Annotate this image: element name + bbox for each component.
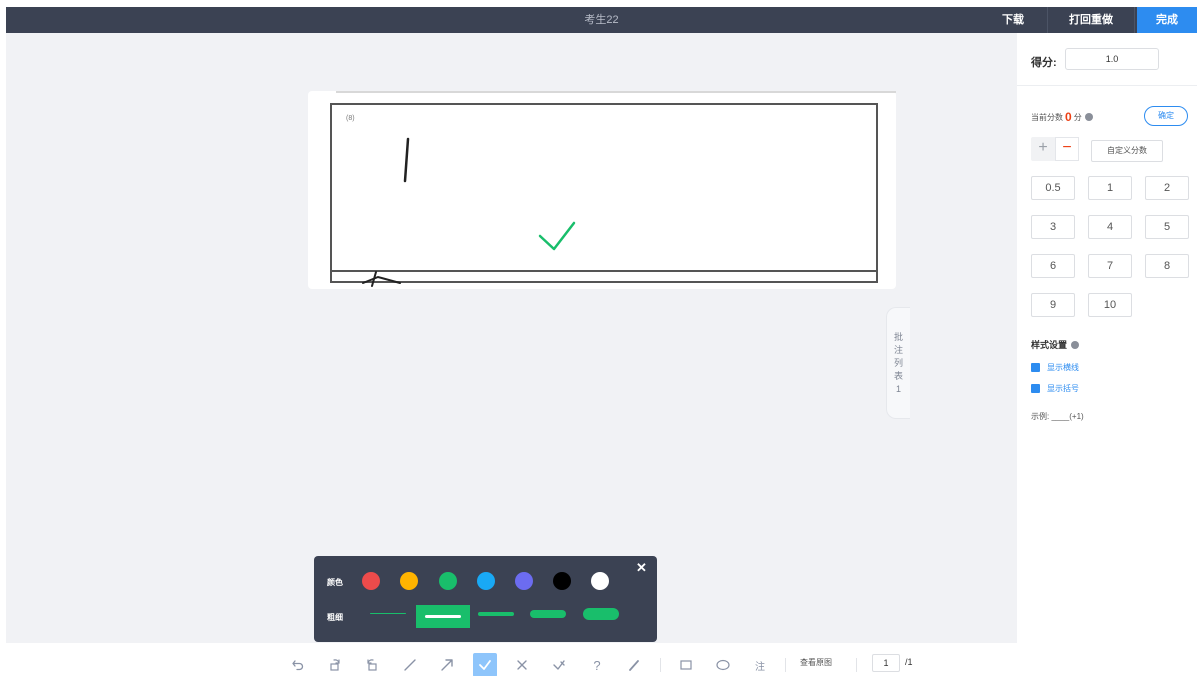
show-lines-checkbox[interactable]: 显示横线: [1031, 360, 1079, 374]
example-text: 示例: ____(+1): [1031, 412, 1084, 421]
rotate-left-icon[interactable]: [323, 653, 347, 676]
thickness-option-5[interactable]: [583, 606, 619, 622]
pen-tool-icon[interactable]: [622, 653, 646, 676]
color-swatch-yellow[interactable]: [400, 572, 418, 590]
ellipse-tool-icon[interactable]: [711, 653, 735, 676]
color-label: 颜色: [327, 578, 343, 587]
half-check-tool-icon[interactable]: [547, 653, 571, 676]
finish-button[interactable]: 完成: [1137, 7, 1197, 33]
current-score-value: 0: [1065, 110, 1072, 124]
scoring-panel: 得分: 当前分数 0 分 确定 + − 自定义分数 0.5 1 2 3 4 5 …: [1017, 33, 1197, 643]
score-option-button[interactable]: 3: [1031, 215, 1075, 239]
current-score-prefix: 当前分数: [1031, 112, 1063, 122]
thickness-label: 粗细: [327, 613, 343, 622]
download-button[interactable]: 下载: [986, 7, 1040, 33]
score-option-button[interactable]: 9: [1031, 293, 1075, 317]
thickness-option-3[interactable]: [478, 606, 514, 622]
cross-tool-icon[interactable]: [510, 653, 534, 676]
color-swatch-purple[interactable]: [515, 572, 533, 590]
score-option-button[interactable]: 8: [1145, 254, 1189, 278]
color-swatch-black[interactable]: [553, 572, 571, 590]
arrow-tool-icon[interactable]: [435, 653, 459, 676]
show-sign-label: 显示括号: [1047, 383, 1079, 393]
rotate-right-icon[interactable]: [360, 653, 384, 676]
toolbar-separator: [856, 658, 857, 672]
note-tool-icon[interactable]: 注: [748, 653, 772, 676]
annotation-toolbar: ? 注 查看原图 /1: [6, 643, 1197, 676]
color-swatch-green[interactable]: [439, 572, 457, 590]
correct-mark-icon: [538, 221, 576, 251]
annotation-list-char: 注: [893, 344, 903, 355]
undo-icon[interactable]: [286, 653, 310, 676]
info-icon: [1071, 340, 1080, 349]
page-number-input[interactable]: [872, 654, 900, 672]
handwriting-layer: [362, 137, 576, 287]
confirm-button[interactable]: 确定: [1144, 106, 1188, 126]
toolbar-separator: [660, 658, 661, 672]
score-label: 得分:: [1031, 57, 1057, 69]
panel-divider: [1017, 85, 1197, 86]
show-sign-checkbox[interactable]: 显示括号: [1031, 381, 1079, 395]
show-lines-label: 显示横线: [1047, 362, 1079, 372]
color-swatch-blue[interactable]: [477, 572, 495, 590]
color-swatch-white[interactable]: [591, 572, 609, 590]
checkbox-checked-icon: [1031, 362, 1040, 372]
score-option-button[interactable]: 0.5: [1031, 176, 1075, 200]
score-option-button[interactable]: 5: [1145, 215, 1189, 239]
color-swatch-red[interactable]: [362, 572, 380, 590]
annotation-list-tab[interactable]: 批 注 列 表 1: [886, 307, 910, 419]
rectangle-tool-icon[interactable]: [674, 653, 698, 676]
score-option-button[interactable]: 1: [1088, 176, 1132, 200]
page-total: /1: [905, 657, 913, 667]
score-option-button[interactable]: 2: [1145, 176, 1189, 200]
annotation-list-char: 批: [893, 331, 903, 342]
annotation-list-char: 列: [893, 357, 903, 368]
style-settings-title: 样式设置: [1031, 338, 1080, 351]
header-bar: 考生22 下载 打回重做 完成: [6, 7, 1197, 33]
score-input[interactable]: [1065, 48, 1159, 70]
current-score-suffix: 分: [1073, 112, 1082, 122]
check-tool-icon[interactable]: [473, 653, 497, 676]
redo-button[interactable]: 打回重做: [1047, 7, 1135, 33]
style-settings-label: 样式设置: [1031, 340, 1068, 350]
view-original-button[interactable]: 查看原图: [800, 657, 832, 668]
score-option-button[interactable]: 7: [1088, 254, 1132, 278]
score-option-button[interactable]: 4: [1088, 215, 1132, 239]
custom-score-button[interactable]: 自定义分数: [1091, 140, 1163, 162]
annotation-list-char: 表: [893, 370, 903, 381]
question-tool-icon[interactable]: ?: [585, 653, 609, 676]
marking-app: 考生22 下载 打回重做 完成 (8) 批 注 列 表 1 得分: 当前分数 0…: [6, 7, 1197, 676]
score-option-button[interactable]: 6: [1031, 254, 1075, 278]
pen-style-popup: 颜色 粗细 ✕: [314, 556, 657, 642]
toolbar-separator: [785, 658, 786, 672]
thickness-option-2-selected[interactable]: [416, 605, 470, 628]
thickness-option-4[interactable]: [530, 606, 566, 622]
close-icon[interactable]: ✕: [636, 560, 647, 576]
score-option-button[interactable]: 10: [1088, 293, 1132, 317]
add-score-button[interactable]: +: [1031, 137, 1055, 161]
thickness-option-1[interactable]: [370, 606, 406, 622]
info-icon: [1084, 113, 1093, 121]
checkbox-checked-icon: [1031, 383, 1040, 393]
subtract-score-button[interactable]: −: [1055, 137, 1079, 161]
annotation-count: 1: [895, 383, 901, 394]
current-score-row: 当前分数 0 分: [1031, 109, 1093, 125]
answer-sheet[interactable]: (8): [308, 91, 896, 289]
line-tool-icon[interactable]: [398, 653, 422, 676]
